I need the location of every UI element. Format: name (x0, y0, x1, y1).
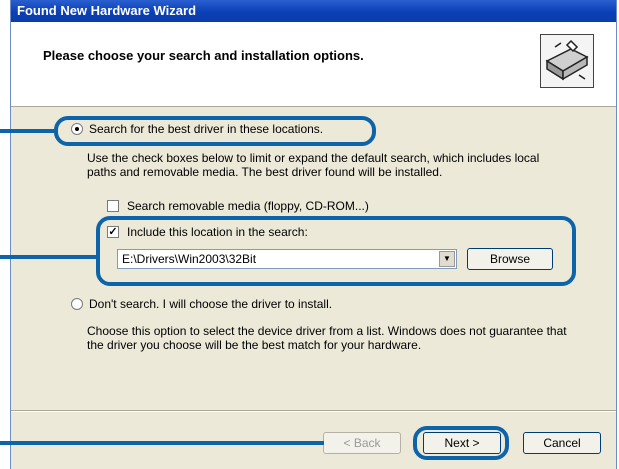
search-desc-line-2: paths and removable media. The best driv… (87, 165, 443, 179)
search-option-highlight (54, 116, 376, 146)
dont-search-label: Don't search. I will choose the driver t… (89, 297, 333, 311)
dont-desc-line-1: Choose this option to select the device … (87, 324, 567, 338)
wizard-header: Please choose your search and installati… (11, 22, 616, 107)
next-button-pointer (0, 441, 324, 445)
removable-media-label: Search removable media (floppy, CD-ROM..… (127, 199, 369, 213)
dont-search-radio[interactable] (71, 298, 83, 310)
search-desc-line-1: Use the check boxes below to limit or ex… (87, 151, 540, 165)
cancel-button[interactable]: Cancel (523, 432, 601, 454)
location-highlight (96, 216, 576, 286)
hardware-icon (540, 34, 594, 88)
back-label: < Back (343, 436, 381, 450)
window-title: Found New Hardware Wizard (17, 3, 197, 18)
header-title: Please choose your search and installati… (43, 48, 364, 63)
location-pointer (0, 255, 98, 259)
removable-media-checkbox[interactable] (107, 200, 119, 212)
next-button-highlight (413, 426, 509, 460)
cancel-label: Cancel (543, 436, 581, 450)
dont-search-description: Choose this option to select the device … (87, 324, 567, 352)
dont-search-option[interactable]: Don't search. I will choose the driver t… (71, 297, 332, 311)
removable-media-option[interactable]: Search removable media (floppy, CD-ROM..… (107, 199, 369, 213)
search-option-pointer (0, 129, 56, 133)
title-bar: Found New Hardware Wizard (11, 0, 616, 22)
footer-divider (11, 410, 616, 412)
back-button[interactable]: < Back (323, 432, 401, 454)
dont-desc-line-2: the driver you choose will be the best m… (87, 338, 422, 352)
search-description: Use the check boxes below to limit or ex… (87, 151, 539, 179)
